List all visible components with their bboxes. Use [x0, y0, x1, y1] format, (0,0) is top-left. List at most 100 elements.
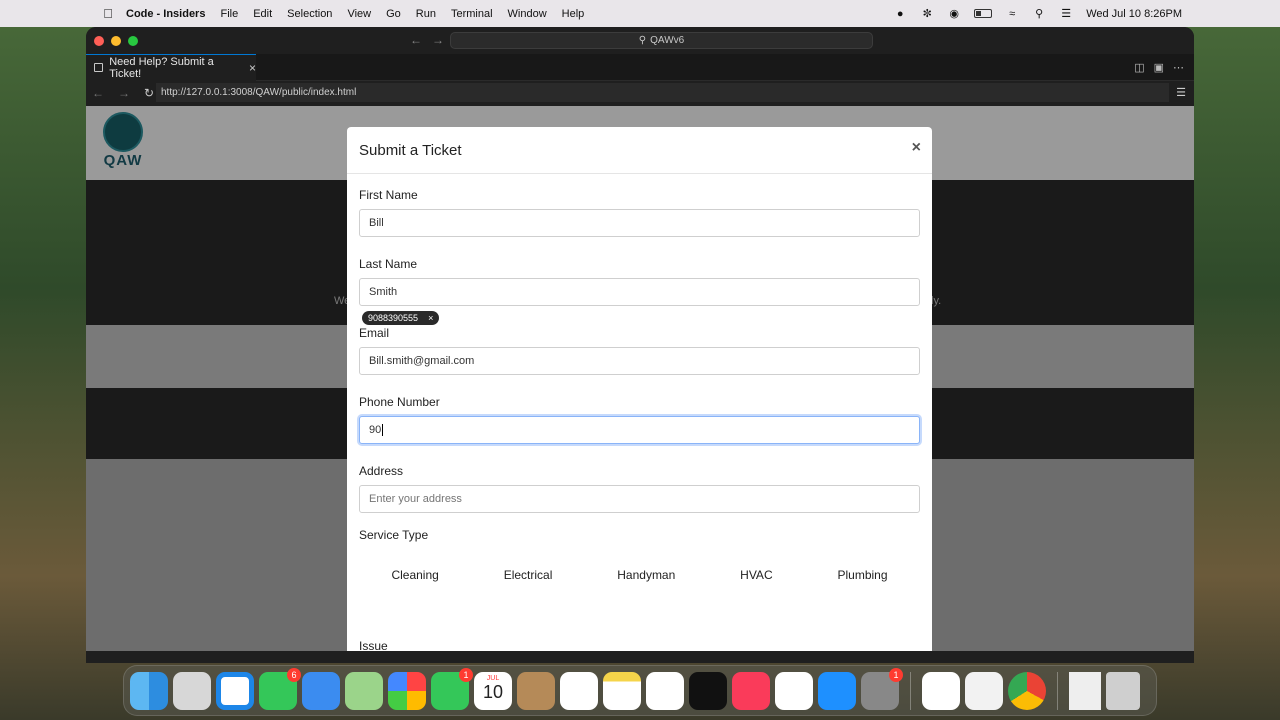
vscode-insiders-icon[interactable]: [965, 672, 1003, 710]
service-option-plumbing[interactable]: Plumbing: [837, 568, 887, 582]
reload-icon[interactable]: ↻: [144, 86, 154, 100]
facetime-icon[interactable]: 1: [431, 668, 473, 710]
calendar-icon[interactable]: JUL 10: [474, 672, 512, 710]
record-icon[interactable]: ●: [893, 7, 907, 21]
tab-browser-preview[interactable]: Need Help? Submit a Ticket! ×: [86, 53, 256, 81]
last-name-label: Last Name: [359, 257, 418, 271]
apple-menu-icon[interactable]: : [98, 6, 118, 21]
messages-icon[interactable]: 6: [259, 668, 301, 710]
page-viewport: QAW We ly. Submit a Ticket × First Name …: [86, 106, 1194, 651]
first-name-input[interactable]: Bill: [359, 209, 920, 237]
menu-file[interactable]: File: [220, 8, 238, 20]
calendar-day: 10: [482, 682, 504, 702]
freeform-icon[interactable]: [646, 672, 684, 710]
service-type-options: Cleaning Electrical Handyman HVAC Plumbi…: [359, 568, 920, 582]
service-option-handyman[interactable]: Handyman: [617, 568, 675, 582]
launchpad-icon[interactable]: [173, 672, 211, 710]
maps-icon[interactable]: [345, 672, 383, 710]
dismiss-suggestion-icon[interactable]: ×: [428, 313, 433, 323]
menu-bar:  Code - Insiders File Edit Selection Vi…: [0, 0, 1280, 27]
title-bar: ← → ⚲ QAWv6: [86, 27, 1194, 54]
back-arrow-icon[interactable]: ←: [410, 33, 422, 47]
menu-edit[interactable]: Edit: [253, 8, 272, 20]
app-window: ← → ⚲ QAWv6 Need Help? Submit a Ticket! …: [86, 27, 1194, 663]
dock-divider-2: [1057, 672, 1058, 710]
service-option-cleaning[interactable]: Cleaning: [391, 568, 438, 582]
chrome-icon[interactable]: [1008, 672, 1046, 710]
contacts-icon[interactable]: [517, 672, 555, 710]
vpn-icon[interactable]: ◉: [947, 7, 961, 21]
search-icon: ⚲: [638, 35, 647, 46]
email-label: Email: [359, 326, 390, 340]
submit-ticket-modal: Submit a Ticket × First Name Bill Last N…: [347, 127, 932, 651]
reminders-icon[interactable]: [560, 672, 598, 710]
dock: 6 1 JUL 10 1: [123, 665, 1157, 716]
menu-selection[interactable]: Selection: [287, 8, 332, 20]
modal-body: First Name Bill Last Name Smith Email Bi…: [347, 174, 932, 543]
hero-text-fragment-right: ly.: [931, 295, 942, 307]
menu-go[interactable]: Go: [386, 8, 401, 20]
close-tab-icon[interactable]: ×: [249, 61, 256, 75]
search-icon[interactable]: ⚲: [1032, 7, 1046, 21]
settings-badge: 1: [889, 668, 903, 682]
menu-run[interactable]: Run: [416, 8, 436, 20]
mail-icon[interactable]: [302, 672, 340, 710]
document-stack-icon[interactable]: [1069, 672, 1101, 710]
forward-arrow-icon[interactable]: →: [432, 33, 444, 47]
address-input[interactable]: Enter your address: [359, 485, 920, 513]
logo-text: QAW: [103, 152, 143, 169]
wifi-icon[interactable]: ≈: [1005, 7, 1019, 21]
music-icon[interactable]: [732, 672, 770, 710]
apple-tv-icon[interactable]: [689, 672, 727, 710]
photos-icon[interactable]: [388, 672, 426, 710]
minimize-window-button[interactable]: [111, 35, 121, 46]
finder-icon[interactable]: [130, 672, 168, 710]
text-caret: [382, 424, 384, 436]
notes-icon[interactable]: [603, 672, 641, 710]
menu-view[interactable]: View: [347, 8, 371, 20]
battery-icon[interactable]: [974, 9, 993, 18]
openai-icon[interactable]: ✼: [920, 7, 934, 21]
messages-badge: 6: [287, 668, 301, 682]
modal-title: Submit a Ticket: [359, 141, 462, 159]
menu-app-name[interactable]: Code - Insiders: [126, 8, 205, 20]
close-modal-icon[interactable]: ×: [912, 139, 921, 157]
browser-menu-icon[interactable]: ☰: [1176, 86, 1186, 99]
issue-label: Issue: [359, 639, 388, 651]
close-window-button[interactable]: [94, 35, 104, 46]
dock-divider: [910, 672, 911, 710]
lock-icon[interactable]: ▣: [1154, 61, 1164, 74]
url-bar: ← → ↻ http://127.0.0.1:3008/QAW/public/i…: [86, 81, 1194, 105]
more-actions-icon[interactable]: ⋯: [1173, 61, 1184, 74]
trash-icon[interactable]: [1106, 672, 1140, 710]
safari-icon[interactable]: [216, 672, 254, 710]
autofill-value[interactable]: 9088390555: [368, 313, 418, 323]
modal-header: Submit a Ticket ×: [347, 127, 932, 174]
first-name-label: First Name: [359, 188, 418, 202]
zoom-window-button[interactable]: [128, 35, 138, 46]
control-center-icon[interactable]: ☰: [1059, 7, 1073, 21]
service-option-electrical[interactable]: Electrical: [504, 568, 553, 582]
menu-window[interactable]: Window: [508, 8, 547, 20]
tab-title: Need Help? Submit a Ticket!: [109, 55, 214, 80]
last-name-input[interactable]: Smith: [359, 278, 920, 306]
browser-forward-icon[interactable]: →: [118, 86, 130, 100]
command-center[interactable]: ⚲ QAWv6: [450, 32, 873, 49]
url-input[interactable]: http://127.0.0.1:3008/QAW/public/index.h…: [156, 83, 1169, 102]
site-logo[interactable]: QAW: [100, 112, 146, 174]
menu-help[interactable]: Help: [562, 8, 585, 20]
app-store-icon[interactable]: [818, 672, 856, 710]
phone-input-value: 90: [369, 424, 382, 436]
phone-input[interactable]: 90: [359, 416, 920, 444]
system-settings-icon[interactable]: 1: [861, 668, 903, 710]
phone-label: Phone Number: [359, 395, 440, 409]
news-icon[interactable]: [775, 672, 813, 710]
menu-terminal[interactable]: Terminal: [451, 8, 493, 20]
menu-clock[interactable]: Wed Jul 10 8:26PM: [1086, 8, 1182, 20]
phone-autofill-suggestion[interactable]: 9088390555 ×: [362, 311, 440, 325]
split-editor-icon[interactable]: ◫: [1134, 61, 1144, 74]
email-input[interactable]: Bill.smith@gmail.com: [359, 347, 920, 375]
chatgpt-icon[interactable]: [922, 672, 960, 710]
service-option-hvac[interactable]: HVAC: [740, 568, 772, 582]
browser-back-icon[interactable]: ←: [92, 86, 104, 100]
